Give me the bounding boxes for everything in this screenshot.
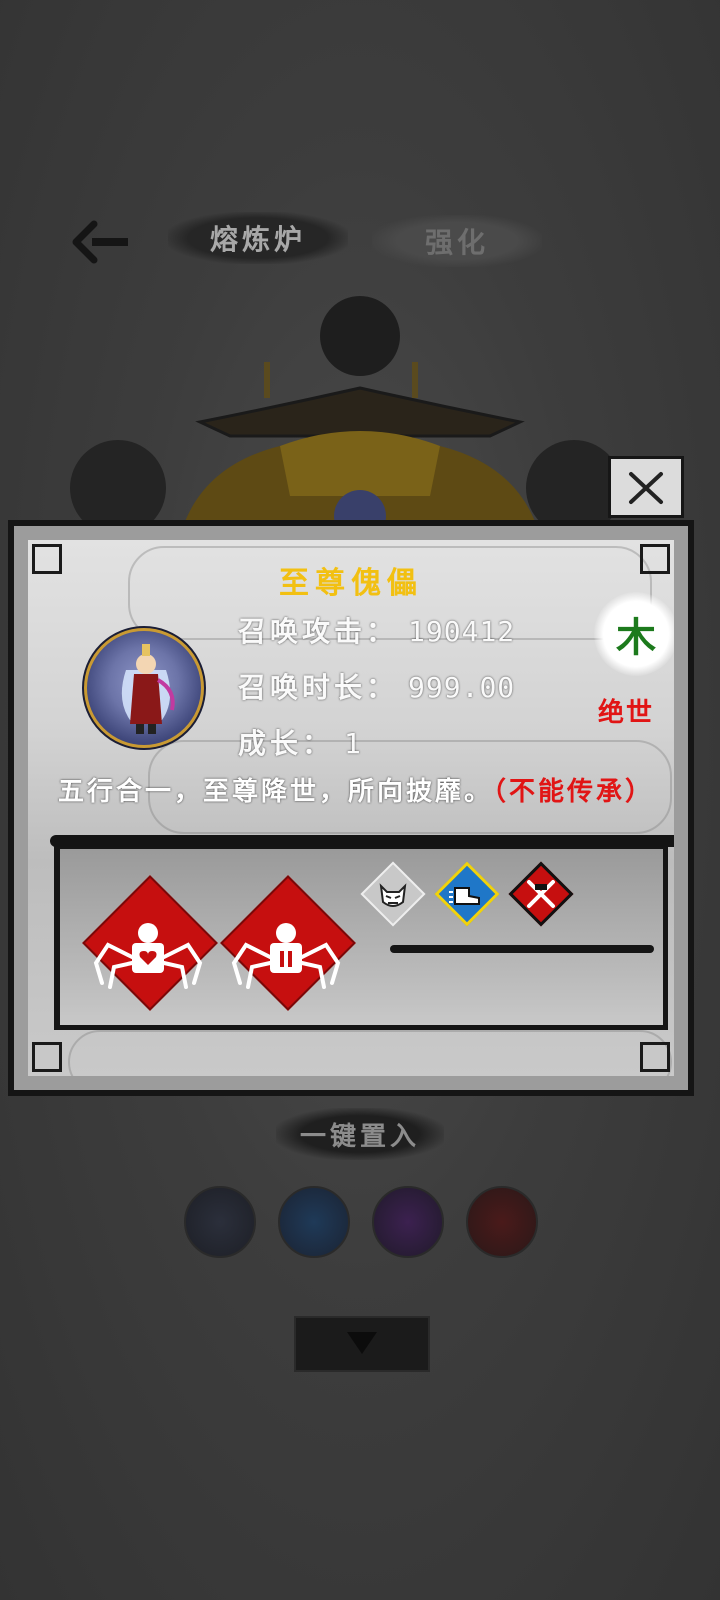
stat-label: 召唤攻击：	[238, 615, 399, 648]
furnace-illustration	[160, 296, 560, 542]
one-click-insert-button[interactable]: 一键置入	[276, 1108, 444, 1160]
spider-robot-heart-icon[interactable]	[88, 911, 208, 1001]
spider-robot-body-icon[interactable]	[226, 911, 346, 1001]
close-icon	[629, 472, 663, 504]
corner-ornament	[640, 1042, 670, 1072]
tab-smelting-furnace[interactable]: 熔炼炉	[168, 212, 348, 264]
skill-panel	[50, 835, 674, 1030]
brush-stroke	[50, 835, 674, 847]
corner-ornament	[640, 544, 670, 574]
description-note: （不能传承）	[493, 777, 655, 807]
description-text: 五行合一，至尊降世，所向披靡。	[58, 777, 494, 807]
tab-strengthen[interactable]: 强化	[372, 215, 542, 267]
demon-face-icon[interactable]	[373, 874, 413, 914]
expand-down-button[interactable]	[294, 1316, 430, 1372]
stat-value: 190412	[408, 615, 516, 648]
scroll-decoration	[68, 1030, 672, 1076]
material-slot-1[interactable]	[184, 1186, 256, 1258]
element-label: 木	[616, 614, 656, 661]
stat-label: 成长：	[238, 727, 335, 760]
stat-label: 召唤时长：	[238, 671, 399, 704]
stat-value: 1	[344, 727, 362, 760]
back-arrow-icon[interactable]	[72, 218, 132, 266]
material-slot-3[interactable]	[372, 1186, 444, 1258]
item-description: 五行合一，至尊降世，所向披靡。（不能传承）	[58, 776, 668, 808]
crossed-swords-icon[interactable]	[521, 874, 561, 914]
corner-ornament	[32, 544, 62, 574]
stat-value: 999.00	[408, 671, 516, 704]
item-title: 至尊傀儡	[279, 566, 423, 601]
summon-duration-stat: 召唤时长： 999.00	[238, 666, 515, 706]
rarity-label: 绝世	[598, 698, 655, 728]
element-badge: 木	[594, 592, 674, 676]
dialog-panel: 至尊傀儡 召唤攻击： 190412 召唤时长： 999.00 成长： 1 木 绝世 五…	[28, 540, 674, 1076]
puppet-figure-icon	[121, 644, 175, 734]
corner-ornament	[32, 1042, 62, 1072]
brush-divider	[390, 945, 654, 953]
close-button[interactable]	[608, 456, 684, 518]
triangle-down-icon	[347, 1332, 377, 1354]
item-detail-dialog: 至尊傀儡 召唤攻击： 190412 召唤时长： 999.00 成长： 1 木 绝世 五…	[8, 520, 694, 1096]
material-slot-4[interactable]	[466, 1186, 538, 1258]
summon-attack-stat: 召唤攻击： 190412	[238, 610, 515, 650]
growth-stat: 成长： 1	[238, 722, 362, 762]
material-slot-2[interactable]	[278, 1186, 350, 1258]
speed-boots-icon[interactable]	[447, 874, 487, 914]
